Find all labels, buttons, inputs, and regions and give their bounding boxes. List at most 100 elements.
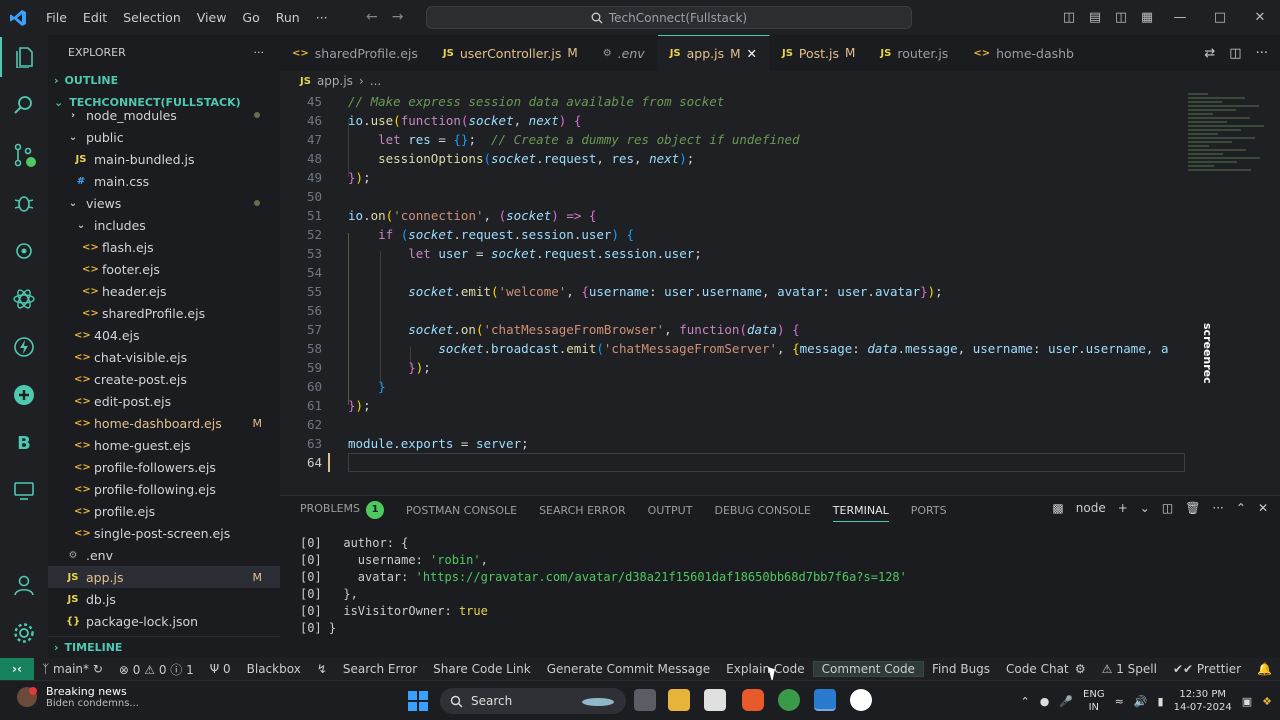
panel-tab-search-error[interactable]: SEARCH ERROR	[539, 504, 626, 517]
status-blackbox[interactable]: Blackbox	[239, 662, 309, 676]
toggle-secondary-sidebar-icon[interactable]: ◫	[1108, 10, 1134, 25]
language-indicator[interactable]: ENG IN	[1083, 688, 1105, 714]
code-line[interactable]: if (socket.request.session.user) {	[348, 227, 634, 242]
account-icon[interactable]	[0, 565, 48, 605]
code-line[interactable]: sessionOptions(socket.request, res, next…	[348, 151, 694, 166]
editor-tab[interactable]: JS userController.js M	[431, 35, 591, 71]
panel-tab-terminal[interactable]: TERMINAL	[832, 499, 889, 522]
manage-gear-icon[interactable]	[0, 613, 48, 653]
back-arrow-icon[interactable]: ←	[366, 0, 378, 35]
minimize-icon[interactable]: —	[1160, 10, 1200, 25]
split-terminal-icon[interactable]: ◫	[1162, 501, 1173, 515]
copilot-icon[interactable]: ⚙	[1067, 662, 1094, 676]
menu-run[interactable]: Run	[268, 0, 308, 35]
file-explorer-icon[interactable]	[668, 689, 690, 711]
tree-item[interactable]: <> chat-visible.ejs	[48, 346, 280, 368]
tray-app-icon[interactable]: ●	[1040, 695, 1050, 708]
panel-tab-debug-console[interactable]: DEBUG CONSOLE	[714, 504, 810, 517]
panel-tab-postman-console[interactable]: POSTMAN CONSOLE	[406, 504, 517, 517]
editor-tab[interactable]: <> home-dashb	[961, 35, 1087, 71]
close-panel-icon[interactable]: ✕	[1258, 501, 1268, 515]
status-share-code-link[interactable]: Share Code Link	[425, 662, 539, 676]
code-line[interactable]: module.exports = server;	[348, 436, 529, 451]
toggle-sidebar-icon[interactable]: ◫	[1056, 10, 1082, 25]
tree-item[interactable]: <> header.ejs	[48, 280, 280, 302]
code-line[interactable]: socket.on('chatMessageFromBrowser', func…	[348, 322, 799, 337]
code-line[interactable]: let res = {}; // Create a dummy res obje…	[348, 132, 799, 147]
tree-item[interactable]: <> footer.ejs	[48, 258, 280, 280]
taskbar-search[interactable]: Search	[440, 688, 626, 714]
editor-tab[interactable]: <> sharedProfile.ejs	[280, 35, 431, 71]
remote-explorer-icon[interactable]	[0, 471, 48, 511]
chevron-down-icon[interactable]: ⌄	[1140, 501, 1150, 515]
volume-icon[interactable]: 🔊	[1134, 695, 1148, 708]
react-icon[interactable]	[0, 279, 48, 319]
panel-tab-ports[interactable]: PORTS	[911, 504, 947, 517]
tree-item[interactable]: <> profile.ejs	[48, 500, 280, 522]
tree-item[interactable]: <> home-guest.ejs	[48, 434, 280, 456]
code-line[interactable]: socket.emit('welcome', {username: user.u…	[348, 284, 942, 299]
code-line[interactable]: socket.broadcast.emit('chatMessageFromSe…	[348, 341, 1168, 356]
tree-item[interactable]: {} package-lock.json	[48, 610, 280, 632]
tree-item[interactable]: <> flash.ejs	[48, 236, 280, 258]
close-tab-icon[interactable]: ✕	[746, 46, 756, 61]
command-center-search[interactable]: TechConnect(Fullstack)	[426, 6, 912, 29]
status-search-error[interactable]: Search Error	[335, 662, 425, 676]
wifi-icon[interactable]: ≈	[1115, 695, 1124, 708]
tree-item[interactable]: <> profile-followers.ejs	[48, 456, 280, 478]
code-line[interactable]: let user = socket.request.session.user;	[348, 246, 702, 261]
breadcrumb-file[interactable]: app.js	[317, 74, 353, 88]
code-line[interactable]: });	[348, 170, 371, 185]
git-branch[interactable]: ᛉ main* ↻	[34, 662, 111, 676]
status-code-chat[interactable]: Code Chat	[998, 662, 1077, 676]
menu-view[interactable]: View	[189, 0, 235, 35]
code-editor[interactable]: 45 // Make express session data available…	[280, 91, 1280, 479]
tree-item[interactable]: ⌄ public	[48, 126, 280, 148]
panel-tab-output[interactable]: OUTPUT	[648, 504, 693, 517]
editor-tab[interactable]: JS Post.js M	[770, 35, 869, 71]
status-explain-code[interactable]: Explain Code	[718, 662, 812, 676]
tray-chevron-icon[interactable]: ⌃	[1021, 695, 1030, 708]
editor-tab[interactable]: JS app.js M ✕	[657, 35, 770, 71]
tree-item[interactable]: ⚙ .env	[48, 544, 280, 566]
code-line[interactable]: }	[348, 379, 386, 394]
split-editor-icon[interactable]: ◫	[1229, 46, 1241, 61]
panel-tab-problems[interactable]: PROBLEMS 1	[300, 501, 385, 519]
run-debug-icon[interactable]	[0, 183, 48, 223]
ports-status[interactable]: Ψ 0	[202, 662, 239, 676]
maximize-panel-icon[interactable]: ⌃	[1236, 501, 1246, 515]
clock[interactable]: 12:30 PM 14-07-2024	[1174, 688, 1232, 714]
more-actions-icon[interactable]: ···	[1256, 46, 1268, 61]
spell-status[interactable]: ⚠ 1 Spell	[1094, 662, 1165, 676]
prettier-status[interactable]: ✔✔ Prettier	[1165, 662, 1249, 676]
maximize-icon[interactable]: □	[1200, 10, 1240, 25]
brave-browser-icon[interactable]	[742, 689, 764, 711]
more-actions-icon[interactable]: ···	[254, 46, 265, 59]
menu-go[interactable]: Go	[234, 0, 267, 35]
toggle-panel-icon[interactable]: ▤	[1082, 10, 1108, 25]
tree-item[interactable]: JS db.js	[48, 588, 280, 610]
timeline-section[interactable]: › TIMELINE	[48, 636, 280, 658]
menu-edit[interactable]: Edit	[75, 0, 115, 35]
explorer-icon[interactable]	[0, 37, 48, 77]
tree-item[interactable]: <> profile-following.ejs	[48, 478, 280, 500]
battery-icon[interactable]: ▮	[1158, 695, 1164, 708]
status-find-bugs[interactable]: Find Bugs	[924, 662, 998, 676]
tree-item[interactable]: <> create-post.ejs	[48, 368, 280, 390]
tree-item[interactable]: JS app.js M	[48, 566, 280, 588]
gitlens-icon[interactable]	[0, 375, 48, 415]
news-widget[interactable]: Breaking news Biden condemns...	[16, 685, 139, 709]
microsoft-store-icon[interactable]	[704, 689, 726, 711]
blackbox-icon[interactable]: B	[0, 423, 48, 463]
task-view-icon[interactable]	[634, 689, 656, 711]
microphone-icon[interactable]: 🎤	[1059, 695, 1073, 708]
tree-item[interactable]: # main.css	[48, 170, 280, 192]
forward-arrow-icon[interactable]: →	[392, 0, 404, 35]
notification-center-icon[interactable]: ▣	[1242, 695, 1252, 708]
minimap[interactable]	[1188, 91, 1272, 191]
compare-icon[interactable]: ⇄	[1204, 46, 1215, 61]
tree-item[interactable]: <> single-post-screen.ejs	[48, 522, 280, 544]
notifications-icon[interactable]: 🔔	[1249, 662, 1280, 676]
tree-item[interactable]: <> sharedProfile.ejs	[48, 302, 280, 324]
editor-tab[interactable]: JS router.js	[868, 35, 962, 71]
